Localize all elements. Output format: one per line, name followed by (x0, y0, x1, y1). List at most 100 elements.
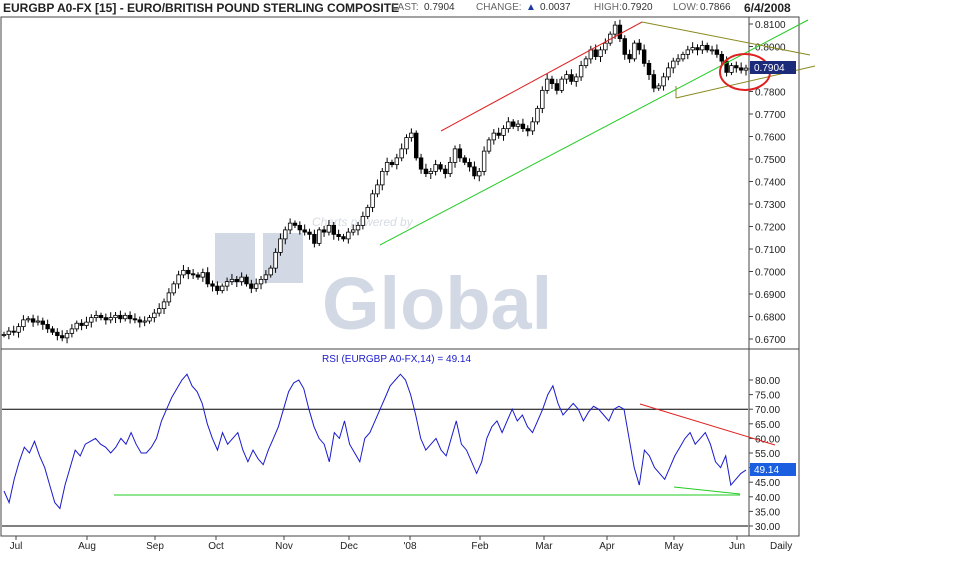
price-candle (656, 85, 661, 89)
price-candle (30, 318, 36, 323)
rsi-tick-label: 65.00 (755, 420, 780, 431)
price-candle (443, 168, 448, 175)
price-candle (21, 319, 26, 328)
price-candle (103, 317, 109, 321)
price-candle (35, 320, 41, 323)
price-candle (220, 285, 225, 292)
price-candle (355, 224, 361, 231)
price-candle (55, 331, 60, 337)
price-candle (501, 128, 506, 136)
watermark-logo-block (215, 233, 255, 283)
price-candle (675, 58, 681, 62)
price-candle (166, 292, 172, 303)
price-candle (734, 65, 739, 69)
price-candle (506, 121, 511, 130)
price-tick-label: 0.7000 (755, 268, 786, 279)
price-candle (302, 229, 307, 233)
price-candle (123, 314, 128, 320)
price-candle (486, 139, 492, 152)
price-candle (462, 157, 467, 163)
price-candle (423, 168, 429, 175)
rsi-tick-label: 35.00 (755, 507, 780, 518)
price-tick-label: 0.7300 (755, 200, 786, 211)
price-candle (142, 320, 147, 323)
price-candle (11, 330, 16, 333)
rsi-tick-label: 45.00 (755, 478, 780, 489)
price-candle (651, 74, 657, 89)
rsi-tick-label: 80.00 (755, 376, 780, 387)
rsi-tick-label: 70.00 (755, 405, 780, 416)
price-candle (520, 123, 526, 130)
price-candle (360, 215, 366, 226)
price-candle (481, 150, 487, 172)
price-candle (89, 317, 94, 323)
price-candle (637, 42, 642, 51)
price-candle (700, 44, 705, 51)
price-candle (380, 170, 385, 186)
price-candle (690, 47, 695, 51)
price-candle (156, 308, 162, 314)
price-candle (239, 276, 244, 283)
price-candle (127, 314, 133, 320)
watermark-logo-block (263, 233, 303, 283)
price-candle (181, 269, 186, 276)
price-candle (346, 231, 351, 240)
price-tick-label: 0.7700 (755, 110, 786, 121)
price-candle (98, 314, 104, 319)
price-candle (477, 170, 482, 177)
price-candle (515, 123, 521, 127)
x-tick-label: Sep (146, 541, 164, 552)
price-candle (287, 222, 293, 231)
x-tick-label: Oct (208, 541, 224, 552)
price-candle (118, 314, 123, 320)
price-candle (447, 161, 453, 175)
price-candle (574, 76, 579, 82)
rsi-last-label: 49.14 (754, 465, 779, 476)
price-candle (705, 44, 710, 51)
price-candle (433, 164, 438, 172)
price-candle (438, 164, 443, 170)
price-candle (603, 42, 608, 51)
rsi-tick-label: 30.00 (755, 522, 780, 533)
x-tick-label: Feb (471, 541, 489, 552)
watermark-logo-text: Global (322, 262, 552, 345)
rsi-tick-label: 75.00 (755, 391, 780, 402)
price-candle (549, 78, 555, 85)
price-candle (244, 276, 249, 285)
price-candle (680, 53, 686, 60)
price-candle (491, 132, 497, 141)
price-candle (404, 137, 409, 150)
price-candle (59, 335, 65, 339)
price-tick-label: 0.7400 (755, 178, 786, 189)
price-candle (273, 251, 278, 269)
price-candle (554, 83, 560, 91)
x-tick-label: '08 (403, 541, 416, 552)
price-candle (414, 132, 419, 159)
price-candle (646, 62, 652, 76)
price-candle (249, 283, 254, 289)
price-tick-label: 0.6800 (755, 313, 786, 324)
price-candle (544, 78, 550, 91)
price-tick-label: 0.7800 (755, 88, 786, 99)
price-candle (195, 274, 201, 278)
price-tick-label: 0.7200 (755, 223, 786, 234)
price-candle (617, 24, 623, 40)
price-candle (418, 157, 424, 170)
price-candle (45, 323, 50, 330)
price-candle (6, 330, 12, 335)
price-candle (205, 272, 210, 285)
price-candle (74, 322, 79, 330)
chart-canvas: Charts powered by Global 0.81000.80000.7… (0, 16, 816, 552)
price-candle (457, 148, 463, 159)
price-candle (627, 53, 632, 60)
price-candle (729, 65, 734, 73)
price-candle (409, 132, 414, 139)
price-candle (525, 128, 530, 132)
price-candle (26, 318, 31, 321)
price-candle (113, 314, 118, 319)
price-candle (365, 206, 370, 217)
price-candle (84, 321, 89, 326)
price-candle (588, 49, 594, 60)
price-candle (612, 24, 618, 35)
price-candle (258, 278, 264, 285)
